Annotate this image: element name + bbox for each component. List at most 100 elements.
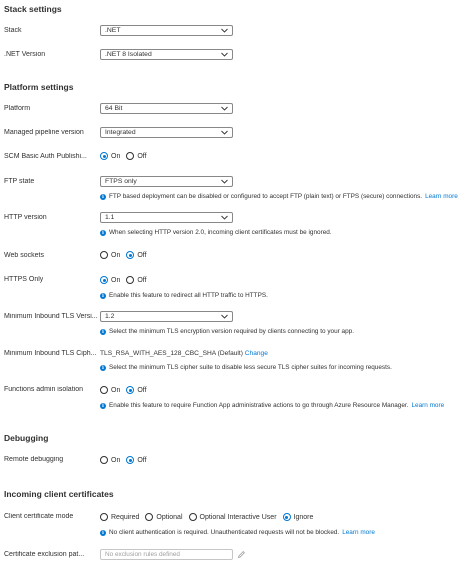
- info-text: Enable this feature to redirect all HTTP…: [109, 292, 268, 299]
- client-cert-ignore-radio[interactable]: Ignore: [282, 513, 314, 521]
- cert-exclusion-input[interactable]: No exclusion rules defined: [100, 549, 233, 560]
- http-version-dropdown[interactable]: 1.1: [100, 212, 233, 223]
- chevron-down-icon: [220, 214, 228, 222]
- platform-dropdown[interactable]: 64 Bit: [100, 103, 233, 114]
- radio-unselected-icon: [100, 251, 108, 259]
- min-tls-cipher-label: Minimum Inbound TLS Ciph...: [4, 350, 97, 357]
- chevron-down-icon: [220, 129, 228, 137]
- radio-unselected-icon: [188, 513, 197, 521]
- radio-label: Required: [111, 513, 140, 521]
- web-sockets-on-radio[interactable]: On: [100, 251, 120, 259]
- pipeline-dropdown[interactable]: Integrated: [100, 127, 233, 138]
- min-tls-value: 1.2: [105, 313, 115, 320]
- ftp-state-label: FTP state: [4, 178, 35, 185]
- radio-label: On: [111, 276, 121, 284]
- platform-label: Platform: [4, 105, 31, 112]
- functions-admin-radio-group: On Off: [100, 386, 147, 394]
- radio-label: Optional Interactive User: [199, 513, 277, 521]
- client-cert-optional-radio[interactable]: Optional: [145, 513, 183, 521]
- min-tls-cipher-info: i Select the minimum TLS cipher suite to…: [100, 364, 392, 371]
- net-version-value: .NET 8 Isolated: [105, 51, 152, 58]
- radio-selected-icon: [126, 386, 135, 394]
- chevron-down-icon: [220, 27, 228, 35]
- radio-label: Off: [137, 251, 147, 259]
- client-cert-mode-info: i No client authentication is required. …: [100, 529, 375, 536]
- min-tls-label: Minimum Inbound TLS Versi...: [4, 313, 98, 320]
- radio-selected-icon: [126, 251, 135, 259]
- cipher-value: TLS_RSA_WITH_AES_128_CBC_SHA (Default): [100, 350, 243, 357]
- radio-label: On: [111, 386, 121, 394]
- chevron-down-icon: [220, 313, 228, 321]
- client-cert-optional-interactive-radio[interactable]: Optional Interactive User: [188, 513, 277, 521]
- platform-settings-title: Platform settings: [4, 82, 74, 92]
- cert-exclusion-label: Certificate exclusion pat...: [4, 551, 85, 558]
- http-version-info: i When selecting HTTP version 2.0, incom…: [100, 229, 332, 236]
- scm-basic-auth-radio-group: On Off: [100, 152, 147, 160]
- info-icon: i: [100, 402, 106, 409]
- remote-debugging-radio-group: On Off: [100, 456, 147, 464]
- functions-admin-label: Functions admin isolation: [4, 386, 83, 393]
- functions-admin-info: i Enable this feature to require Functio…: [100, 402, 444, 409]
- client-cert-mode-label: Client certificate mode: [4, 513, 74, 520]
- scm-basic-auth-label: SCM Basic Auth Publishi...: [4, 153, 87, 160]
- radio-label: Ignore: [293, 513, 314, 521]
- radio-label: Optional: [156, 513, 183, 521]
- ftp-learn-more-link[interactable]: Learn more: [425, 193, 458, 200]
- scm-basic-auth-on-radio[interactable]: On: [100, 152, 120, 160]
- https-only-on-radio[interactable]: On: [100, 276, 120, 284]
- radio-label: On: [111, 456, 121, 464]
- http-version-value: 1.1: [105, 214, 115, 221]
- radio-unselected-icon: [100, 456, 108, 464]
- net-version-dropdown[interactable]: .NET 8 Isolated: [100, 49, 233, 60]
- chevron-down-icon: [220, 105, 228, 113]
- client-cert-required-radio[interactable]: Required: [100, 513, 139, 521]
- functions-admin-learn-more-link[interactable]: Learn more: [411, 402, 444, 409]
- pencil-icon[interactable]: [237, 550, 246, 559]
- scm-basic-auth-off-radio[interactable]: Off: [126, 152, 147, 160]
- functions-admin-on-radio[interactable]: On: [100, 386, 120, 394]
- info-icon: i: [100, 229, 106, 236]
- stack-label: Stack: [4, 27, 22, 34]
- info-text: No client authentication is required. Un…: [109, 529, 340, 536]
- https-only-label: HTTPS Only: [4, 276, 44, 283]
- min-tls-dropdown[interactable]: 1.2: [100, 311, 233, 322]
- radio-unselected-icon: [126, 276, 135, 284]
- stack-dropdown[interactable]: .NET: [100, 25, 233, 36]
- web-sockets-off-radio[interactable]: Off: [126, 251, 147, 259]
- remote-debugging-on-radio[interactable]: On: [100, 456, 120, 464]
- https-only-info: i Enable this feature to redirect all HT…: [100, 292, 268, 299]
- radio-label: Off: [137, 276, 147, 284]
- info-text: Select the minimum TLS cipher suite to d…: [109, 364, 392, 371]
- client-cert-learn-more-link[interactable]: Learn more: [342, 529, 375, 536]
- info-text: When selecting HTTP version 2.0, incomin…: [109, 229, 332, 236]
- radio-unselected-icon: [126, 152, 135, 160]
- radio-label: On: [111, 251, 121, 259]
- client-cert-mode-radio-group: Required Optional Optional Interactive U…: [100, 513, 313, 521]
- change-cipher-link[interactable]: Change: [245, 350, 268, 357]
- ftp-state-value: FTPS only: [105, 178, 137, 185]
- radio-selected-icon: [126, 456, 135, 464]
- functions-admin-off-radio[interactable]: Off: [126, 386, 147, 394]
- info-text: Enable this feature to require Function …: [109, 402, 409, 409]
- pipeline-label: Managed pipeline version: [4, 129, 84, 136]
- chevron-down-icon: [220, 178, 228, 186]
- radio-unselected-icon: [145, 513, 154, 521]
- stack-settings-title: Stack settings: [4, 4, 62, 14]
- https-only-off-radio[interactable]: Off: [126, 276, 147, 284]
- remote-debugging-off-radio[interactable]: Off: [126, 456, 147, 464]
- platform-value: 64 Bit: [105, 105, 123, 112]
- ftp-state-info: i FTP based deployment can be disabled o…: [100, 193, 458, 200]
- client-certs-title: Incoming client certificates: [4, 489, 114, 499]
- min-tls-info: i Select the minimum TLS encryption vers…: [100, 328, 354, 335]
- radio-label: On: [111, 152, 121, 160]
- info-text: FTP based deployment can be disabled or …: [109, 193, 423, 200]
- pipeline-value: Integrated: [105, 129, 136, 136]
- radio-label: Off: [137, 456, 147, 464]
- radio-label: Off: [137, 152, 147, 160]
- net-version-label: .NET Version: [4, 51, 46, 58]
- radio-unselected-icon: [100, 386, 108, 394]
- http-version-label: HTTP version: [4, 214, 47, 221]
- ftp-state-dropdown[interactable]: FTPS only: [100, 176, 233, 187]
- radio-selected-icon: [282, 513, 291, 521]
- chevron-down-icon: [220, 51, 228, 59]
